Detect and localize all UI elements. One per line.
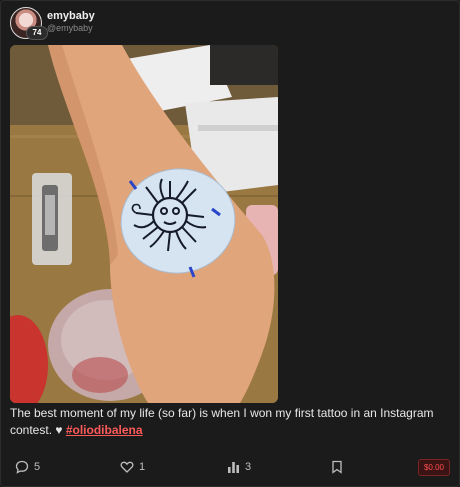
author-avatar[interactable]: 74 (10, 7, 48, 40)
bar-chart-icon (228, 461, 239, 473)
author-name[interactable]: emybaby (47, 10, 95, 22)
tip-price-button[interactable]: $0.00 (417, 459, 450, 476)
views-button[interactable]: 3 (227, 457, 251, 477)
author-handle[interactable]: @emybaby (47, 23, 93, 33)
post-caption: The best moment of my life (so far) is w… (10, 405, 450, 439)
views-count: 3 (245, 461, 252, 473)
hashtag-link[interactable]: #oliodibalena (66, 423, 143, 437)
comments-button[interactable]: 5 (15, 457, 40, 477)
bookmark-button[interactable] (331, 457, 343, 477)
like-button[interactable]: 1 (120, 457, 145, 477)
level-badge: 74 (26, 26, 48, 40)
tattoo-photo (10, 45, 278, 403)
heart-emoji: ♥ (55, 423, 63, 437)
post-card: 74 emybaby @emybaby The best moment of m… (0, 0, 460, 487)
likes-count: 1 (139, 461, 146, 473)
bookmark-icon (332, 460, 342, 474)
speech-bubble-icon (15, 460, 29, 474)
action-bar: 5 1 3 $0.00 (1, 457, 460, 477)
heart-icon (120, 461, 134, 473)
post-image[interactable] (10, 45, 278, 403)
comments-count: 5 (34, 461, 41, 473)
